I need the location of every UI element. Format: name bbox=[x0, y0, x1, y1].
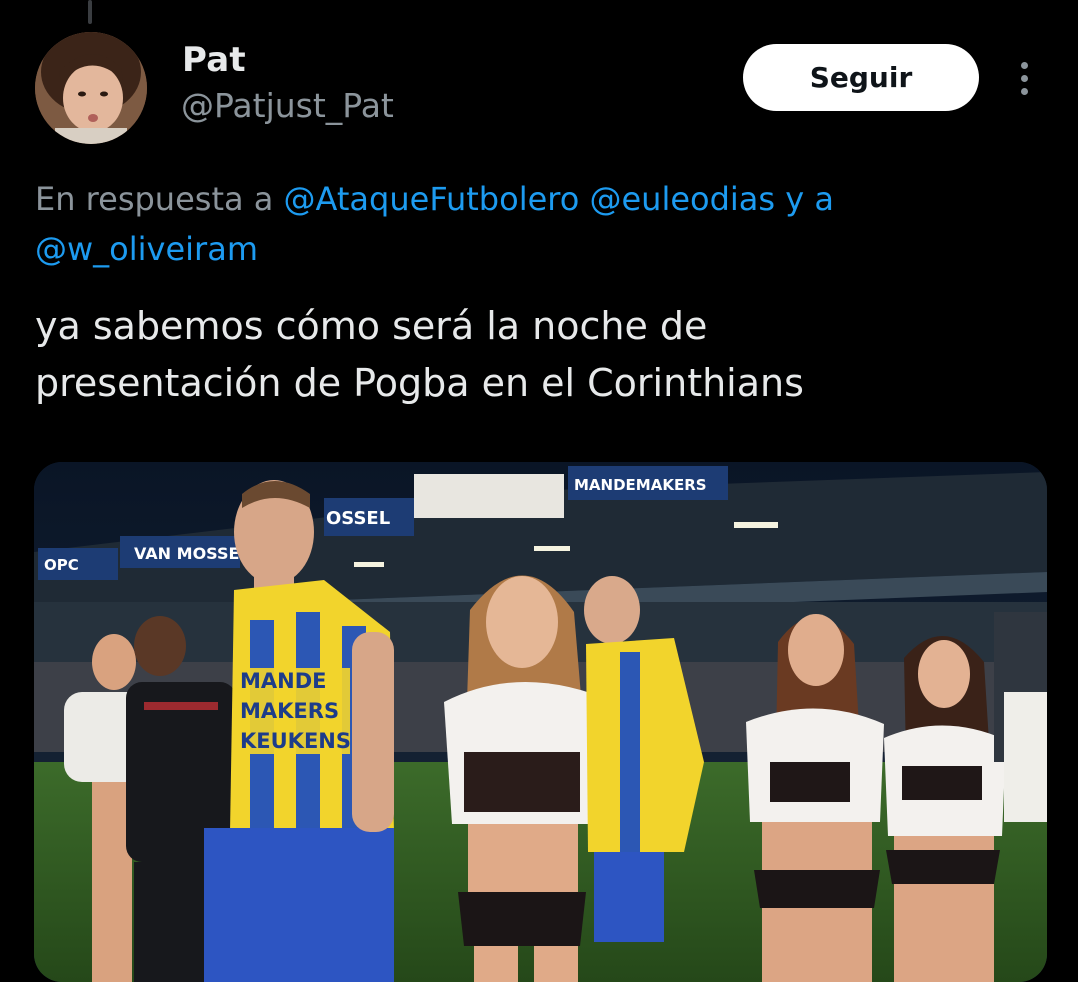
tweet-text-line: ya sabemos cómo será la noche de bbox=[35, 304, 708, 348]
ad-board-text: OPC bbox=[44, 556, 79, 574]
more-dots-vertical-icon[interactable] bbox=[1010, 56, 1038, 100]
reply-prefix: En respuesta a bbox=[35, 180, 274, 218]
thread-connector-line bbox=[88, 0, 92, 24]
mention-link[interactable]: @w_oliveiram bbox=[35, 230, 258, 268]
jersey-sponsor-text: MANDE bbox=[240, 669, 327, 693]
jersey-sponsor-text: MAKERS bbox=[240, 699, 339, 723]
author-handle[interactable]: @Patjust_Pat bbox=[181, 86, 394, 125]
reply-connector: y a bbox=[785, 180, 834, 218]
dot bbox=[1020, 87, 1028, 95]
ad-board-text: MANDEMAKERS bbox=[574, 476, 707, 494]
jersey-sponsor-text: KEUKENS bbox=[240, 729, 351, 753]
author-display-name[interactable]: Pat bbox=[182, 40, 246, 80]
ad-board-text: OSSEL bbox=[326, 508, 390, 529]
avatar-photo bbox=[35, 32, 147, 144]
follow-button[interactable]: Seguir bbox=[743, 44, 979, 111]
ad-board-text: VAN MOSSEL bbox=[134, 544, 250, 563]
reply-context: En respuesta a @AtaqueFutbolero @euleodi… bbox=[35, 174, 1035, 274]
tweet-text: ya sabemos cómo será la noche de present… bbox=[35, 298, 1035, 412]
stadium-photo: OPC VAN MOSSEL OSSEL MANDEMAKERS MANDE M… bbox=[34, 462, 1047, 982]
mention-link[interactable]: @euleodias bbox=[589, 180, 775, 218]
dot bbox=[1020, 74, 1028, 82]
mention-link[interactable]: @AtaqueFutbolero bbox=[284, 180, 580, 218]
avatar[interactable] bbox=[35, 32, 147, 144]
dot bbox=[1020, 61, 1028, 69]
tweet-media-photo[interactable]: OPC VAN MOSSEL OSSEL MANDEMAKERS MANDE M… bbox=[34, 462, 1047, 982]
tweet-text-line: presentación de Pogba en el Corinthians bbox=[35, 361, 804, 405]
